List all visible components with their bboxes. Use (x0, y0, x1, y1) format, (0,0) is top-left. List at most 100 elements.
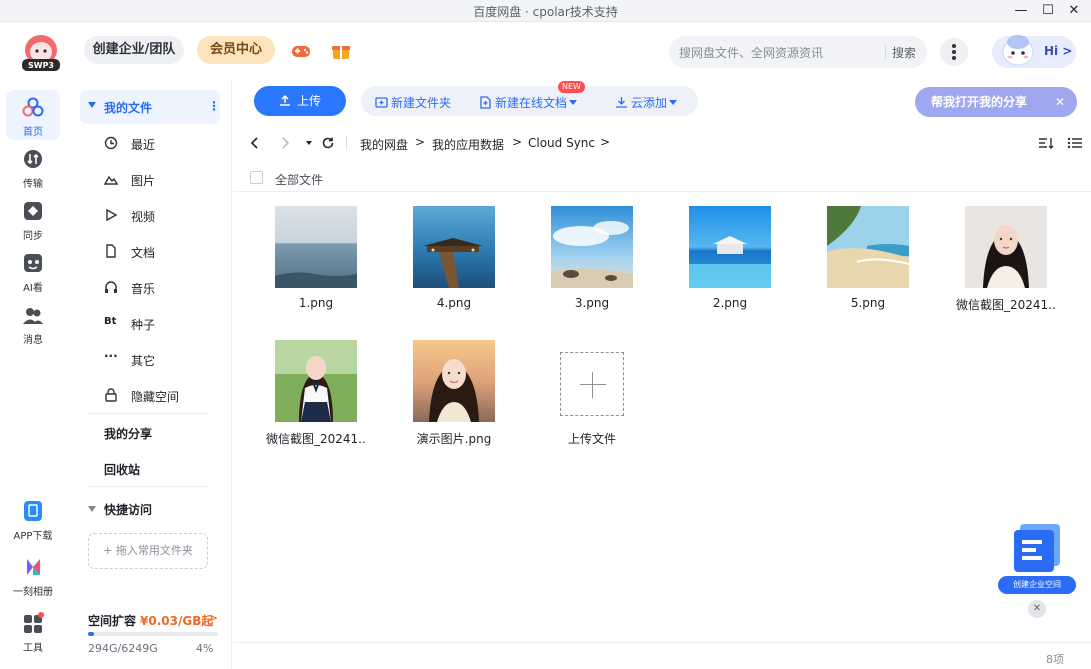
close-button[interactable]: ✕ (1063, 2, 1085, 20)
file-name: 1.png (298, 296, 334, 310)
history-dropdown-icon[interactable] (302, 136, 316, 150)
title-bar: 百度网盘 · cpolar技术支持 — ☐ ✕ (0, 0, 1091, 22)
list-view-icon[interactable] (1067, 136, 1083, 150)
file-tile[interactable]: 演示图片.png (404, 340, 504, 460)
back-arrow-icon[interactable] (248, 136, 262, 150)
file-tile[interactable]: 微信截图_20241... (266, 340, 366, 460)
search-box[interactable]: 搜网盘文件、全网资源资讯 搜索 (669, 36, 927, 68)
breadcrumb-separator: > (415, 135, 426, 149)
breadcrumb-item-current[interactable]: Cloud Sync (528, 136, 595, 150)
image-icon (104, 175, 118, 185)
message-icon (23, 308, 43, 324)
play-icon (106, 208, 118, 222)
file-tile[interactable]: 5.png (818, 206, 918, 326)
file-name: 4.png (436, 296, 472, 310)
rail-item-sync[interactable]: 同步 (6, 194, 60, 244)
dot (952, 50, 956, 54)
more-menu-button[interactable] (940, 38, 968, 66)
quick-access-drop-zone[interactable]: + 拖入常用文件夹 (88, 533, 208, 569)
close-icon[interactable]: ✕ (1055, 87, 1065, 117)
upload-file-label: 上传文件 (567, 432, 616, 446)
rail-item-message[interactable]: 消息 (6, 298, 60, 348)
sidebar-item-label: 最近 (131, 138, 156, 152)
minimize-button[interactable]: — (1010, 2, 1032, 20)
create-enterprise-space-promo[interactable]: 创建企业空间 (998, 520, 1078, 598)
vip-center-button[interactable]: 会员中心 (197, 36, 275, 64)
breadcrumb-item[interactable]: 我的应用数据 (432, 136, 504, 153)
file-tile[interactable]: 2.png (680, 206, 780, 326)
window-title: 百度网盘 · cpolar技术支持 (473, 5, 618, 19)
sidebar-item-label: 其它 (131, 354, 156, 368)
my-share-link[interactable]: 我的分享 (104, 425, 152, 442)
rail-item-tools[interactable]: 工具 (6, 606, 60, 656)
gamepad-icon[interactable] (290, 40, 312, 62)
create-enterprise-button[interactable]: 创建企业/团队 (84, 36, 184, 64)
rail-item-ai[interactable]: AI看 (6, 246, 60, 296)
file-name: 5.png (850, 296, 886, 310)
sort-icon[interactable] (1038, 136, 1054, 150)
divider (346, 136, 347, 150)
transfer-icon (24, 150, 42, 168)
rail-label: 工具 (23, 643, 43, 654)
upload-label: 上传 (296, 94, 321, 108)
create-enterprise-space-label: 创建企业空间 (998, 576, 1076, 594)
promo-close-button[interactable]: ✕ (1028, 600, 1046, 618)
dot (952, 44, 956, 48)
upload-file-tile[interactable]: 上传文件 (542, 340, 642, 460)
quick-access-arrow-icon[interactable] (88, 506, 96, 512)
assistant-hi-button[interactable]: Hi > (992, 35, 1076, 68)
expand-storage-arrow[interactable]: > (208, 611, 218, 625)
open-my-share-prompt[interactable]: 帮我打开我的分享 ✕ (915, 87, 1077, 117)
gift-icon[interactable] (330, 40, 352, 62)
thumbnail-sea-calm (275, 206, 357, 288)
sidebar-item-label: 图片 (131, 174, 156, 188)
quick-access-label[interactable]: 快捷访问 (104, 501, 152, 518)
chevron-down-icon (569, 100, 578, 105)
recycle-bin-link[interactable]: 回收站 (104, 461, 140, 478)
sidebar: 我的文件 ⋮ 最近 图片 视频 文档 音乐 Bt 种子 ··· 其它 隐藏空间 … (68, 80, 232, 669)
select-all-checkbox[interactable] (250, 171, 263, 184)
search-input[interactable]: 搜网盘文件、全网资源资讯 (679, 44, 823, 61)
breadcrumb-separator: > (512, 135, 523, 149)
rail-item-transfer[interactable]: 传输 (6, 142, 60, 192)
expand-storage-price[interactable]: ¥0.03/GB起 (140, 612, 213, 629)
new-online-doc-button[interactable]: 新建在线文档 (479, 94, 578, 111)
thumbnail-portrait-1 (965, 206, 1047, 288)
maximize-button[interactable]: ☐ (1037, 2, 1059, 20)
plus-icon (580, 384, 606, 385)
breadcrumb-item[interactable]: 我的网盘 (360, 136, 408, 153)
divider (88, 413, 208, 414)
tools-icon (24, 612, 44, 633)
file-tile[interactable]: 微信截图_20241... (956, 206, 1056, 326)
logo-icon[interactable]: SWP3 (20, 32, 62, 72)
rail-item-app-download[interactable]: APP下载 (6, 494, 60, 544)
file-name: 演示图片.png (416, 432, 492, 446)
rail-item-album[interactable]: 一刻相册 (6, 550, 60, 600)
upload-drop-box[interactable] (560, 352, 624, 416)
collapse-arrow-icon[interactable] (88, 102, 96, 108)
refresh-icon[interactable] (321, 136, 335, 150)
file-tile[interactable]: 3.png (542, 206, 642, 326)
folder-plus-icon (375, 97, 388, 108)
upload-button[interactable]: 上传 (254, 86, 346, 116)
file-name: 2.png (712, 296, 748, 310)
rail-label: AI看 (23, 283, 43, 294)
my-files-more-button[interactable]: ⋮ (208, 99, 220, 113)
cloud-add-button[interactable]: 云添加 (615, 94, 678, 111)
new-folder-label: 新建文件夹 (391, 96, 452, 110)
file-tile[interactable]: 4.png (404, 206, 504, 326)
expand-storage-title[interactable]: 空间扩容 (88, 612, 136, 629)
clock-icon (104, 136, 118, 150)
new-folder-button[interactable]: 新建文件夹 (375, 94, 451, 111)
my-files-label: 我的文件 (104, 101, 153, 115)
rail-item-home[interactable]: 首页 (6, 90, 60, 140)
sidebar-item-label: 种子 (131, 318, 156, 332)
navigation-row: 我的网盘 > 我的应用数据 > Cloud Sync > (233, 130, 1091, 158)
forward-arrow-icon[interactable] (278, 136, 292, 150)
search-button[interactable]: 搜索 (892, 44, 916, 61)
file-tile[interactable]: 1.png (266, 206, 366, 326)
new-badge: NEW (558, 81, 585, 93)
logo-text: SWP3 (28, 61, 54, 70)
more-dots-icon: ··· (104, 349, 118, 363)
my-files-header[interactable]: 我的文件 ⋮ (80, 90, 220, 124)
